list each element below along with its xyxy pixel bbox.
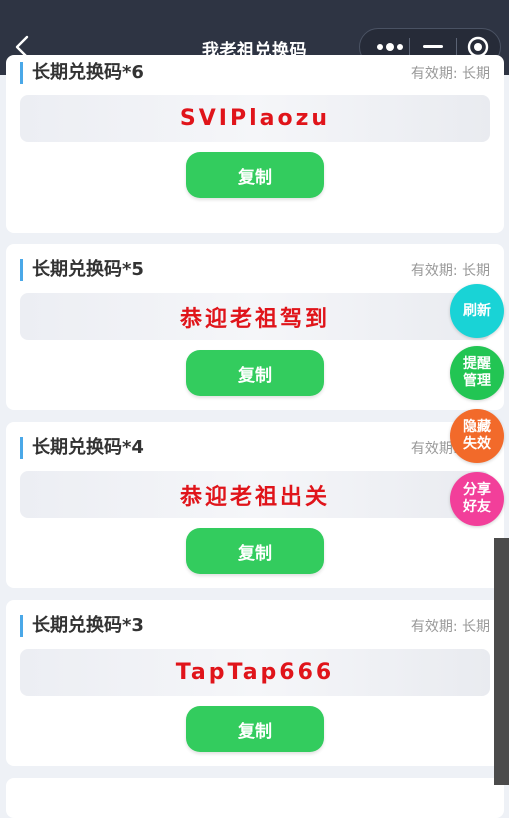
card-validity: 有效期: 长期 [410, 66, 490, 82]
remind-manage-label: 提醒管理 [463, 356, 491, 389]
code-value: 恭迎老祖驾到 [20, 293, 490, 340]
card-title: 长期兑换码*4 [20, 437, 144, 459]
code-card: 长期兑换码*6 有效期: 长期 SVIPlaozu 复制 [6, 55, 504, 233]
card-title: 长期兑换码*6 [20, 62, 144, 84]
card-validity: 有效期: 长期 [410, 263, 490, 279]
card-title: 长期兑换码*5 [20, 259, 144, 281]
scrollbar[interactable] [494, 538, 509, 785]
refresh-button[interactable]: 刷新 [450, 284, 504, 338]
hide-expired-button[interactable]: 隐藏失效 [450, 409, 504, 463]
copy-button[interactable]: 复制 [186, 706, 324, 752]
share-friends-label: 分享好友 [463, 482, 491, 515]
copy-button[interactable]: 复制 [186, 528, 324, 574]
remind-manage-button[interactable]: 提醒管理 [450, 346, 504, 400]
card-validity: 有效期: 长期 [410, 619, 490, 635]
hide-expired-label: 隐藏失效 [463, 419, 491, 452]
copy-button[interactable]: 复制 [186, 152, 324, 198]
refresh-label: 刷新 [463, 302, 491, 319]
code-card: 长期兑换码*4 有效期: 长期 恭迎老祖出关 复制 [6, 422, 504, 588]
code-value: 恭迎老祖出关 [20, 471, 490, 518]
share-friends-button[interactable]: 分享好友 [450, 472, 504, 526]
code-card [6, 778, 504, 818]
copy-button[interactable]: 复制 [186, 350, 324, 396]
card-title: 长期兑换码*3 [20, 615, 144, 637]
code-value: TapTap666 [20, 649, 490, 696]
code-card: 长期兑换码*3 有效期: 长期 TapTap666 复制 [6, 600, 504, 766]
code-value: SVIPlaozu [20, 95, 490, 142]
code-card: 长期兑换码*5 有效期: 长期 恭迎老祖驾到 复制 [6, 244, 504, 410]
